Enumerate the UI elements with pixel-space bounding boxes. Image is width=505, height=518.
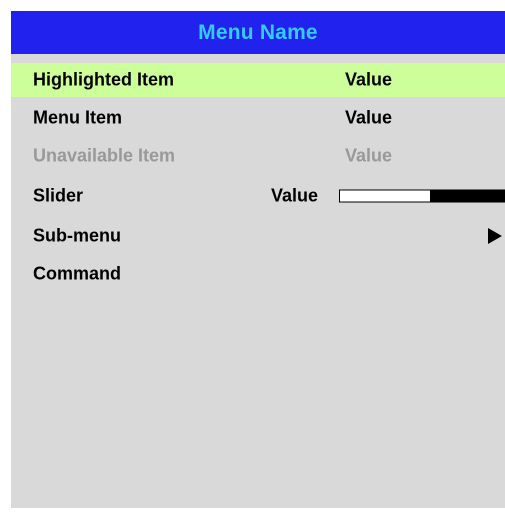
menu-item-highlighted[interactable]: Highlighted Item Value <box>11 63 505 97</box>
menu-item-value: Value <box>345 145 393 166</box>
menu-item-command[interactable]: Command <box>11 257 505 291</box>
menu-item-label: Slider <box>33 185 84 206</box>
menu-item-label: Command <box>33 263 122 284</box>
menu-item-label: Sub-menu <box>33 225 121 246</box>
menu-item-label: Menu Item <box>33 107 123 128</box>
menu-item-label: Unavailable Item <box>33 145 176 166</box>
menu-header: Menu Name <box>11 11 505 54</box>
menu-title: Menu Name <box>198 21 318 44</box>
slider-track[interactable] <box>339 189 505 203</box>
triangle-right-icon <box>488 228 502 244</box>
menu-item-value: Value <box>345 107 393 128</box>
osd-menu: Menu Name Highlighted Item Value Menu It… <box>11 11 505 508</box>
slider-value: Value <box>271 185 319 206</box>
menu-item-label: Highlighted Item <box>33 69 174 90</box>
menu-item-submenu[interactable]: Sub-menu <box>11 219 505 253</box>
slider-fill <box>430 190 504 202</box>
menu-item-slider[interactable]: Slider Value <box>11 179 505 213</box>
menu-item-value: Value <box>345 69 393 90</box>
menu-item-unavailable: Unavailable Item Value <box>11 139 505 173</box>
menu-item-normal[interactable]: Menu Item Value <box>11 101 505 135</box>
